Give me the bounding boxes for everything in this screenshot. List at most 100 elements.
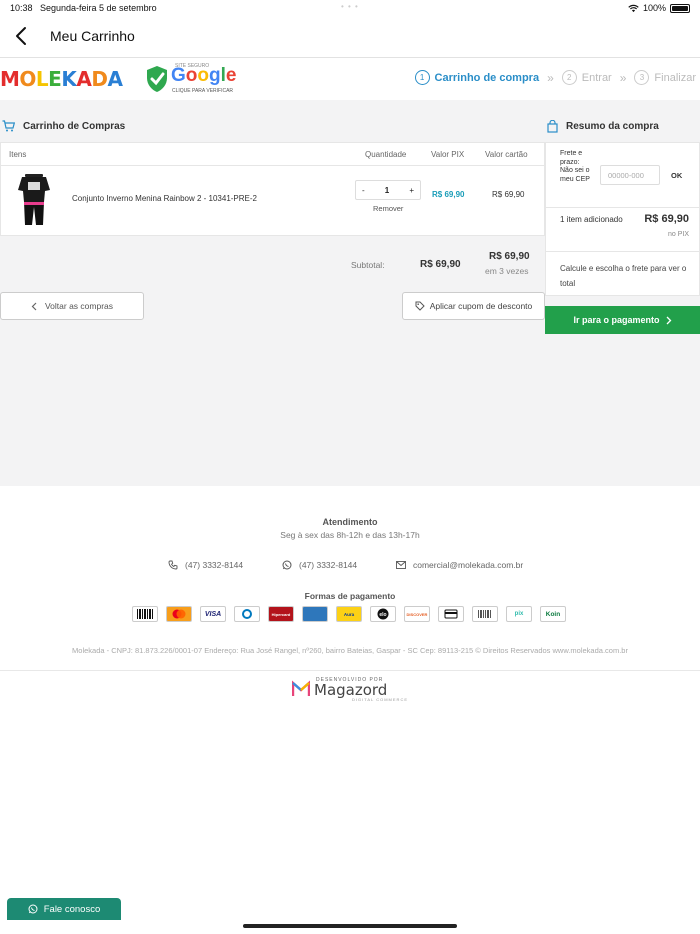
- order-summary: Frete e prazo: Não sei o meu CEP 00000-0…: [545, 142, 700, 296]
- chevron-left-icon: [31, 302, 37, 310]
- step-login: 2 Entrar: [561, 70, 612, 85]
- col-items: Itens: [9, 150, 27, 159]
- support-title: Atendimento: [322, 517, 378, 527]
- unknown-cep-link[interactable]: Não sei o meu CEP: [560, 167, 590, 183]
- battery-percent: 100%: [642, 3, 666, 13]
- col-card: Valor cartão: [485, 150, 528, 159]
- logo-letter: O: [19, 67, 36, 91]
- whatsapp-contact[interactable]: (47) 3332-8144: [282, 560, 357, 570]
- quantity-stepper: - 1 +: [355, 180, 421, 200]
- molekada-logo[interactable]: MOLEKADA: [0, 67, 123, 91]
- step-number: 1: [414, 70, 430, 85]
- home-indicator[interactable]: [243, 924, 457, 928]
- svg-text:elo: elo: [379, 612, 386, 618]
- divider: [546, 207, 699, 208]
- shield-check-icon: [147, 66, 167, 92]
- site-header: MOLEKADA SITE SEGURO Google CLIQUE PARA …: [0, 58, 700, 100]
- cart-main: Carrinho de Compras Itens Quantidade Val…: [0, 100, 700, 486]
- elo-icon: elo: [370, 606, 396, 622]
- contact-chat-button[interactable]: Fale conosco: [7, 898, 121, 920]
- whatsapp-icon: [282, 560, 292, 570]
- chevron-double-right-icon: »: [619, 70, 627, 85]
- battery-icon: [670, 3, 690, 13]
- cart-section-title: Carrinho de Compras: [2, 120, 125, 132]
- back-to-shopping-button[interactable]: Voltar as compras: [0, 292, 144, 320]
- increase-button[interactable]: +: [409, 186, 414, 195]
- multitask-dots-icon[interactable]: • • •: [341, 2, 359, 11]
- diners-icon: [234, 606, 260, 622]
- step-label: Entrar: [581, 71, 612, 84]
- visa-icon: VISA: [200, 606, 226, 622]
- status-right: 100%: [628, 3, 690, 13]
- item-price-pix: R$ 69,90: [432, 190, 465, 199]
- google-safe-site-seal[interactable]: SITE SEGURO Google CLIQUE PARA VERIFICAR: [145, 63, 240, 95]
- logo-letter: E: [48, 67, 62, 91]
- summary-total: R$ 69,90: [644, 213, 689, 225]
- pix-icon: pix: [506, 606, 532, 622]
- cart-table: Itens Quantidade Valor PIX Valor cartão …: [0, 142, 545, 236]
- koin-icon: Koin: [540, 606, 566, 622]
- remove-link[interactable]: Remover: [373, 204, 403, 213]
- apply-coupon-button[interactable]: Aplicar cupom de desconto: [402, 292, 545, 320]
- dev-subtitle: DIGITAL COMMERCE: [352, 697, 409, 702]
- shopping-bag-icon: [547, 120, 558, 133]
- summary-total-note: no PIX: [667, 231, 689, 238]
- go-to-payment-button[interactable]: Ir para o pagamento: [545, 306, 700, 334]
- subtotal-card: R$ 69,90: [489, 251, 530, 262]
- summary-title-text: Resumo da compra: [566, 121, 659, 132]
- boleto-icon: [132, 606, 158, 622]
- col-pix: Valor PIX: [431, 150, 465, 159]
- logo-letter: A: [76, 67, 92, 91]
- step-number: 3: [634, 70, 650, 85]
- chevron-right-icon: [666, 316, 671, 324]
- email-contact[interactable]: comercial@molekada.com.br: [396, 560, 523, 570]
- logo-letter: D: [91, 67, 108, 91]
- apply-coupon-label: Aplicar cupom de desconto: [429, 301, 533, 311]
- payment-methods-title: Formas de pagamento: [304, 591, 396, 601]
- mail-icon: [396, 561, 406, 569]
- step-label: Finalizar: [654, 71, 696, 84]
- phone-number: (47) 3332-8144: [185, 560, 244, 570]
- support-hours: Seg à sex das 8h-12h e das 13h-17h: [280, 530, 420, 540]
- magazord-credit[interactable]: DESENVOLVIDO POR Magazord DIGITAL COMMER…: [292, 675, 412, 702]
- summary-section-title: Resumo da compra: [547, 120, 659, 133]
- step-finish: 3 Finalizar: [634, 70, 696, 85]
- cep-ok-button[interactable]: OK: [671, 171, 682, 180]
- mastercard-icon: [166, 606, 192, 622]
- wifi-icon: [628, 4, 639, 12]
- back-to-shopping-label: Voltar as compras: [44, 301, 114, 311]
- quantity-value[interactable]: 1: [385, 186, 389, 195]
- shipping-label: Frete e prazo: Não sei o meu CEP: [560, 150, 590, 184]
- back-arrow-icon[interactable]: [12, 25, 32, 47]
- contact-chat-label: Fale conosco: [43, 903, 101, 915]
- subtotal-installments: em 3 vezes: [485, 266, 529, 276]
- logo-letter: L: [35, 67, 49, 91]
- navigation-bar: Meu Carrinho: [0, 16, 700, 58]
- product-name[interactable]: Conjunto Inverno Menina Rainbow 2 - 1034…: [72, 194, 257, 203]
- subtotal-pix: R$ 69,90: [420, 259, 461, 270]
- bank-slip-icon: [472, 606, 498, 622]
- logo-letter: A: [107, 67, 123, 91]
- chevron-double-right-icon: »: [547, 70, 554, 85]
- divider: [0, 670, 700, 671]
- magazord-logo-icon: [292, 680, 310, 696]
- card-icon: [438, 606, 464, 622]
- tag-icon: [415, 301, 425, 311]
- shipping-hint: Calcule e escolha o frete para ver o tot…: [560, 264, 687, 288]
- step-cart: 1 Carrinho de compra: [414, 70, 540, 85]
- step-label: Carrinho de compra: [434, 71, 540, 84]
- seal-brand: Google: [171, 65, 237, 86]
- discover-icon: DISCOVER: [404, 606, 430, 622]
- page-title: Meu Carrinho: [50, 28, 135, 44]
- payment-methods: VISA Hipercard Aura elo DISCOVER pix Koi…: [132, 606, 566, 622]
- shipping-label-text: Frete e prazo:: [560, 150, 583, 166]
- cep-input[interactable]: 00000-000: [600, 165, 660, 185]
- whatsapp-icon: [28, 904, 38, 914]
- decrease-button[interactable]: -: [362, 186, 365, 195]
- checkout-steps: 1 Carrinho de compra » 2 Entrar » 3 Finaliz…: [414, 70, 696, 85]
- product-image[interactable]: [16, 172, 52, 227]
- item-price-card: R$ 69,90: [492, 190, 525, 199]
- legal-text: Molekada - CNPJ: 81.873.226/0001-07 Ende…: [72, 646, 628, 655]
- logo-letter: M: [0, 67, 20, 91]
- phone-contact[interactable]: (47) 3332-8144: [168, 560, 243, 570]
